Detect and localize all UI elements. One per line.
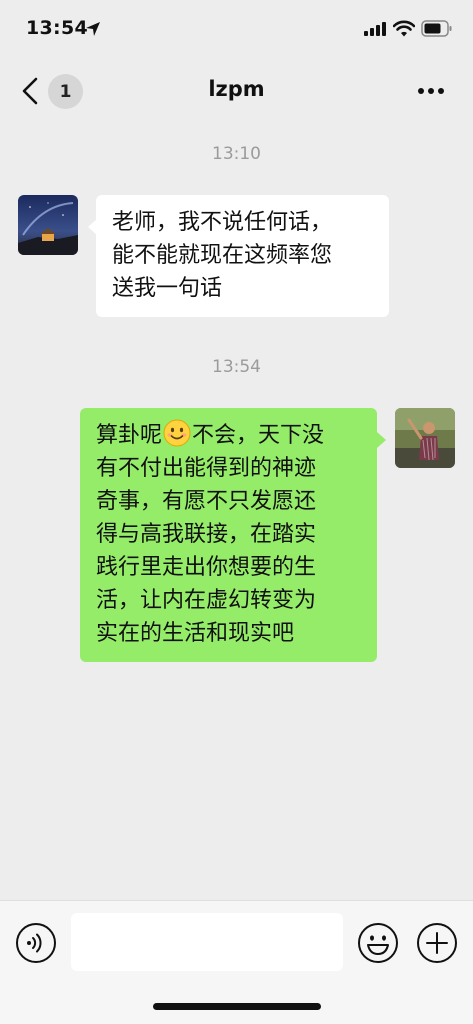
bubble-tail: [377, 432, 386, 448]
message-timestamp: 13:54: [212, 357, 261, 377]
status-time: 13:54: [26, 17, 88, 39]
message-text-line: 有不付出能得到的神迹: [96, 456, 317, 481]
status-bar: 13:54: [0, 0, 473, 58]
message-text-line: 算卦呢 不会，天下没: [96, 419, 361, 452]
smile-emoji-icon: [163, 419, 191, 447]
contact-avatar[interactable]: [18, 195, 78, 255]
message-text-line: 能不能就现在这频率您: [112, 243, 333, 268]
home-indicator: [153, 1003, 321, 1010]
night-sky-avatar-image: [18, 195, 78, 255]
message-text-line: 老师，我不说任何话，: [112, 210, 333, 235]
more-options-icon[interactable]: [414, 80, 448, 102]
message-text-line: 践行里走出你想要的生: [96, 555, 317, 580]
wifi-icon: [393, 20, 415, 37]
incoming-message-bubble[interactable]: 老师，我不说任何话， 能不能就现在这频率您 送我一句话: [96, 195, 389, 317]
message-text-segment: 不会，天下没: [192, 423, 325, 448]
message-text-line: 得与高我联接，在踏实: [96, 522, 317, 547]
message-timestamp: 13:10: [212, 144, 261, 164]
message-text-segment: 算卦呢: [96, 423, 163, 448]
emoji-picker-icon[interactable]: [357, 922, 399, 964]
message-text-line: 奇事，有愿不只发愿还: [96, 489, 317, 514]
outgoing-message-bubble[interactable]: 算卦呢 不会，天下没 有不付出能得到的神迹 奇事，有愿不只发愿还 得与高我联接，…: [80, 408, 377, 662]
my-avatar[interactable]: [395, 408, 455, 468]
chat-title: lzpm: [208, 77, 265, 101]
message-text-line: 活，让内在虚幻转变为: [96, 588, 317, 613]
location-arrow-icon: [86, 22, 100, 36]
battery-icon: [421, 20, 452, 37]
person-photo-avatar-image: [395, 408, 455, 468]
chat-header: 1 lzpm: [0, 58, 473, 124]
message-text-line: 送我一句话: [112, 276, 223, 301]
more-actions-plus-icon[interactable]: [416, 922, 458, 964]
cellular-signal-icon: [364, 22, 386, 36]
message-input[interactable]: [71, 913, 343, 971]
voice-input-icon[interactable]: [15, 922, 57, 964]
message-text-line: 实在的生活和现实吧: [96, 621, 295, 646]
